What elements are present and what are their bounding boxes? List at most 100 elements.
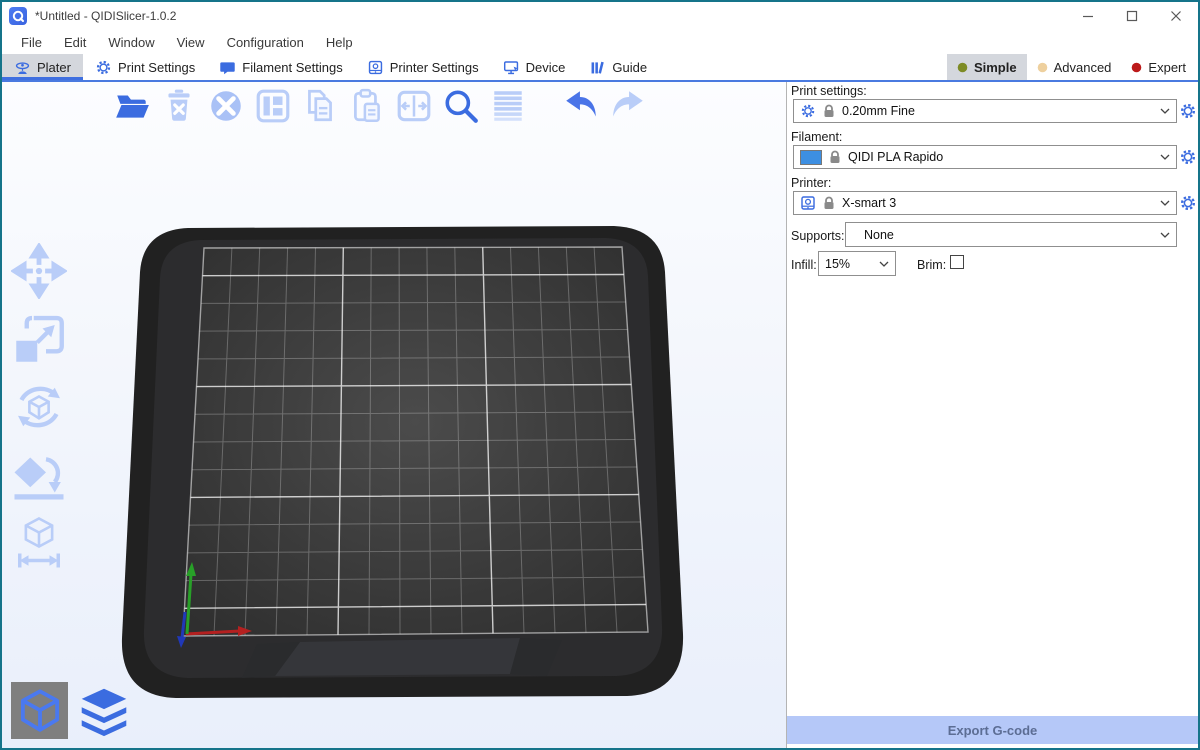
print-settings-label: Print settings: bbox=[791, 84, 867, 98]
maximize-button[interactable] bbox=[1110, 2, 1154, 30]
undo-button[interactable] bbox=[561, 86, 601, 126]
tab-label: Filament Settings bbox=[242, 60, 342, 75]
open-button[interactable] bbox=[112, 86, 152, 126]
rotate-button[interactable] bbox=[10, 378, 68, 436]
undo-icon bbox=[562, 87, 600, 125]
split-objects-icon bbox=[395, 87, 433, 125]
mode-expert[interactable]: Expert bbox=[1121, 54, 1196, 80]
tab-printer-settings[interactable]: Printer Settings bbox=[355, 54, 491, 80]
copy-button[interactable] bbox=[300, 86, 340, 126]
menu-configuration[interactable]: Configuration bbox=[216, 33, 315, 52]
export-gcode-button[interactable]: Export G-code bbox=[787, 716, 1198, 744]
layers-icon bbox=[489, 87, 527, 125]
tab-label: Plater bbox=[37, 60, 71, 75]
mode-label: Advanced bbox=[1054, 60, 1112, 75]
printer-select[interactable]: X-smart 3 bbox=[793, 191, 1177, 215]
place-on-face-button[interactable] bbox=[10, 446, 68, 504]
move-icon bbox=[11, 243, 67, 299]
menu-help[interactable]: Help bbox=[315, 33, 364, 52]
redo-button[interactable] bbox=[608, 86, 648, 126]
infill-select[interactable]: 15% bbox=[818, 251, 896, 276]
3d-viewport[interactable] bbox=[2, 82, 786, 748]
paste-button[interactable] bbox=[347, 86, 387, 126]
gear-icon bbox=[800, 103, 816, 119]
brim-checkbox[interactable] bbox=[950, 255, 964, 269]
preview-sliced-view-button[interactable] bbox=[75, 682, 132, 739]
place-on-face-icon bbox=[11, 447, 67, 503]
split-objects-button[interactable] bbox=[394, 86, 434, 126]
search-button[interactable] bbox=[441, 86, 481, 126]
tab-device[interactable]: Device bbox=[491, 54, 578, 80]
delete-all-button[interactable] bbox=[206, 86, 246, 126]
title-bar: *Untitled - QIDISlicer-1.0.2 bbox=[2, 2, 1198, 30]
filament-gear-button[interactable] bbox=[1179, 148, 1197, 166]
redo-icon bbox=[609, 87, 647, 125]
mode-label: Simple bbox=[974, 60, 1017, 75]
paste-icon bbox=[348, 87, 386, 125]
chevron-down-icon bbox=[1160, 154, 1170, 160]
settings-sidebar: Print settings: 0.20mm Fine Filament: QI… bbox=[786, 82, 1198, 748]
open-icon bbox=[113, 87, 151, 125]
app-window: *Untitled - QIDISlicer-1.0.2 File Edit W… bbox=[0, 0, 1200, 750]
supports-select[interactable]: None bbox=[845, 222, 1177, 247]
chevron-down-icon bbox=[1160, 200, 1170, 206]
advanced-mode-dot-icon bbox=[1037, 62, 1048, 73]
mode-label: Expert bbox=[1148, 60, 1186, 75]
minimize-button[interactable] bbox=[1066, 2, 1110, 30]
menu-view[interactable]: View bbox=[166, 33, 216, 52]
printer-gear-button[interactable] bbox=[1179, 194, 1197, 212]
printer-label: Printer: bbox=[791, 176, 831, 190]
chevron-down-icon bbox=[879, 261, 889, 267]
tab-label: Guide bbox=[612, 60, 647, 75]
printer-icon bbox=[800, 195, 816, 211]
tab-print-settings[interactable]: Print Settings bbox=[83, 54, 207, 80]
plater-icon bbox=[14, 59, 31, 76]
delete-all-icon bbox=[207, 87, 245, 125]
print-settings-value: 0.20mm Fine bbox=[842, 104, 1153, 118]
arrange-icon bbox=[254, 87, 292, 125]
measure-icon bbox=[11, 515, 67, 571]
app-logo-icon bbox=[9, 7, 27, 25]
gear-icon bbox=[1179, 102, 1197, 120]
arrange-button[interactable] bbox=[253, 86, 293, 126]
variable-layer-height-button[interactable] bbox=[488, 86, 528, 126]
window-title: *Untitled - QIDISlicer-1.0.2 bbox=[35, 9, 176, 23]
filament-select[interactable]: QIDI PLA Rapido bbox=[793, 145, 1177, 169]
bed-handle bbox=[275, 638, 520, 676]
tab-filament-settings[interactable]: Filament Settings bbox=[207, 54, 354, 80]
sliced-layers-icon bbox=[78, 685, 130, 737]
move-button[interactable] bbox=[10, 242, 68, 300]
chevron-down-icon bbox=[1160, 108, 1170, 114]
menu-window[interactable]: Window bbox=[97, 33, 165, 52]
tab-label: Printer Settings bbox=[390, 60, 479, 75]
measure-button[interactable] bbox=[10, 514, 68, 572]
tab-label: Print Settings bbox=[118, 60, 195, 75]
scale-icon bbox=[11, 311, 67, 367]
tab-guide[interactable]: Guide bbox=[577, 54, 659, 80]
filament-icon bbox=[219, 59, 236, 76]
lock-icon bbox=[823, 196, 835, 210]
tab-label: Device bbox=[526, 60, 566, 75]
view-toggle bbox=[11, 682, 132, 739]
infill-value: 15% bbox=[825, 257, 872, 271]
mode-simple[interactable]: Simple bbox=[947, 54, 1027, 80]
menu-edit[interactable]: Edit bbox=[53, 33, 97, 52]
delete-button[interactable] bbox=[159, 86, 199, 126]
copy-icon bbox=[301, 87, 339, 125]
mode-advanced[interactable]: Advanced bbox=[1027, 54, 1122, 80]
gear-icon bbox=[95, 59, 112, 76]
menu-file[interactable]: File bbox=[10, 33, 53, 52]
rotate-icon bbox=[11, 379, 67, 435]
gear-icon bbox=[1179, 148, 1197, 166]
print-settings-gear-button[interactable] bbox=[1179, 102, 1197, 120]
guide-icon bbox=[589, 59, 606, 76]
plater-toolbar bbox=[112, 86, 648, 126]
print-settings-select[interactable]: 0.20mm Fine bbox=[793, 99, 1177, 123]
gear-icon bbox=[1179, 194, 1197, 212]
filament-value: QIDI PLA Rapido bbox=[848, 150, 1153, 164]
3d-editor-view-button[interactable] bbox=[11, 682, 68, 739]
device-icon bbox=[503, 59, 520, 76]
close-button[interactable] bbox=[1154, 2, 1198, 30]
tab-plater[interactable]: Plater bbox=[2, 54, 83, 80]
scale-button[interactable] bbox=[10, 310, 68, 368]
